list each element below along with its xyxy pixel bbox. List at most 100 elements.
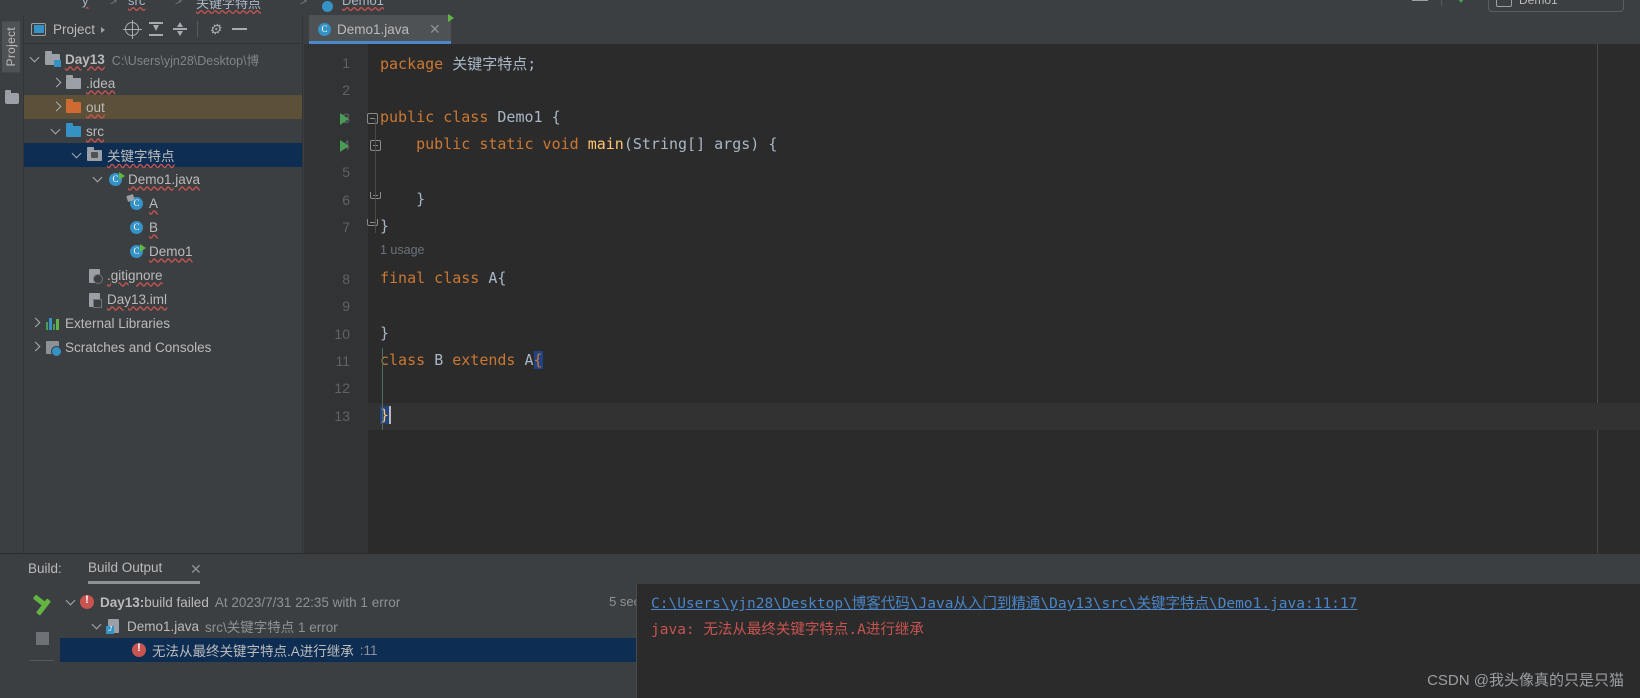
code-text: public static void main(String[] args) { (380, 134, 778, 153)
tree-item-detail: C:\Users\yjn28\Desktop\博 (111, 53, 260, 68)
build-row-text: 无法从最终关键字特点.A进行继承 (152, 644, 354, 659)
line-number: 7 (342, 218, 350, 235)
tab-build-output[interactable]: Build Output (88, 560, 162, 575)
chevron-none-icon[interactable] (116, 642, 132, 658)
package-folder-icon (86, 147, 104, 163)
breadcrumb-item-2[interactable]: 关键字特点 (196, 0, 261, 12)
code-line[interactable]: 2 (304, 77, 1640, 104)
tree-item-Demo1[interactable]: C Demo1 (24, 239, 302, 263)
chevron-right-icon[interactable] (28, 339, 44, 355)
code-line[interactable]: 3 public class Demo1 { (304, 105, 1640, 132)
chevron-none-icon[interactable] (70, 267, 86, 283)
toolbar-divider (30, 660, 54, 661)
code-line[interactable]: 1 package 关键字特点; (304, 50, 1640, 77)
breadcrumb-separator-2: > (175, 0, 183, 8)
tree-item-label: A (149, 195, 159, 211)
tab-label: Demo1.java (337, 22, 410, 37)
editor-area: C Demo1.java close-icon ✕ 1 package 关键字特点… (304, 15, 1640, 553)
compiler-error-message: java: 无法从最终关键字特点.A进行继承 (651, 622, 924, 638)
build-hammer-icon[interactable] (32, 594, 54, 618)
chevron-none-icon[interactable] (112, 243, 128, 259)
code-editor[interactable]: 1 package 关键字特点; 2 3 public class Demo1 {4 p… (304, 44, 1640, 553)
chevron-down-icon[interactable] (64, 594, 80, 610)
tree-item-label: Demo1 (149, 243, 193, 259)
chevron-down-icon[interactable] (70, 147, 86, 163)
gear-icon[interactable]: ⚙ (204, 18, 226, 40)
tree-item-gitignore[interactable]: .gitignore (24, 263, 302, 287)
tree-item-A[interactable]: CA (24, 191, 302, 215)
run-gutter-icon[interactable] (340, 112, 349, 125)
build-row-text: build failed (144, 594, 209, 610)
tab-demo1-java[interactable]: C Demo1.java close-icon ✕ (309, 15, 451, 44)
chevron-down-icon[interactable] (49, 123, 65, 139)
tree-item-Day13[interactable]: Day13 C:\Users\yjn28\Desktop\博 (24, 47, 302, 71)
expand-all-icon[interactable] (145, 18, 167, 40)
code-line[interactable]: 12 (304, 375, 1640, 402)
collapse-all-icon[interactable] (169, 18, 191, 40)
tree-item-label: .gitignore (107, 267, 163, 283)
breadcrumb-item-0[interactable]: y (82, 0, 89, 8)
chevron-down-icon[interactable] (90, 618, 106, 634)
run-gutter-icon[interactable] (340, 139, 349, 152)
error-location-link[interactable]: C:\Users\yjn28\Desktop\博客代码\Java从入门到精通\D… (651, 592, 1357, 613)
chevron-right-icon[interactable] (49, 99, 65, 115)
tree-item-ScratchesandConsoles[interactable]: Scratches and Consoles (24, 335, 302, 359)
chevron-down-icon[interactable] (91, 171, 107, 187)
tree-item-ExternalLibraries[interactable]: External Libraries (24, 311, 302, 335)
project-toolbar: Project ⚙ (24, 15, 302, 44)
code-line[interactable]: 13} (304, 403, 1640, 430)
code-line[interactable]: 7} (304, 214, 1640, 241)
tree-item-label: Scratches and Consoles (65, 339, 212, 355)
locate-target-icon[interactable] (121, 18, 143, 40)
folder-orange-icon (65, 99, 83, 115)
close-glyph[interactable]: ✕ (429, 21, 441, 38)
breadcrumb-item-3[interactable]: Demo1 (342, 0, 384, 8)
toolbar-divider (197, 21, 199, 37)
sidebar-item-project[interactable]: Project (2, 21, 20, 73)
java-class-icon: C (128, 219, 146, 235)
code-line[interactable]: 11 class B extends A{ (304, 348, 1640, 375)
chevron-down-icon[interactable] (28, 51, 44, 67)
folder-icon[interactable] (5, 90, 19, 104)
tree-item-label: out (86, 99, 105, 115)
code-line[interactable]: 5 (304, 159, 1640, 186)
code-line[interactable]: 10} (304, 321, 1640, 348)
java-class-run-icon: C (128, 243, 146, 259)
tree-item-out[interactable]: out (24, 95, 302, 119)
tab-underline (88, 581, 200, 584)
stop-icon[interactable] (36, 632, 49, 645)
build-row-detail: :11 (359, 642, 378, 658)
chevron-right-icon[interactable] (49, 75, 65, 91)
line-number: 10 (334, 325, 350, 342)
fold-marker-icon[interactable] (367, 112, 378, 124)
minimize-icon[interactable] (1412, 0, 1428, 1)
tree-item-Day13iml[interactable]: Day13.iml (24, 287, 302, 311)
inlay-usage-hint[interactable]: 1 usage (380, 243, 424, 257)
code-text: } (380, 189, 426, 208)
tree-item-src[interactable]: src (24, 119, 302, 143)
tree-item-B[interactable]: CB (24, 215, 302, 239)
project-panel-title: Project (31, 22, 95, 37)
fold-marker-icon[interactable] (367, 218, 378, 226)
chevron-none-icon[interactable] (112, 219, 128, 235)
minimize-icon[interactable] (228, 18, 250, 40)
breadcrumb-item-1[interactable]: src (128, 0, 145, 8)
chevron-none-icon[interactable] (70, 291, 86, 307)
code-line[interactable]: 4 public static void main(String[] args)… (304, 132, 1640, 159)
breadcrumb-separator: > (110, 0, 118, 8)
chevron-right-icon[interactable] (28, 315, 44, 331)
chevron-down-icon[interactable] (97, 18, 119, 40)
code-line[interactable]: 6 } (304, 187, 1640, 214)
chevron-none-icon[interactable] (112, 195, 128, 211)
run-button[interactable] (1454, 0, 1468, 3)
tree-item-label: External Libraries (65, 315, 171, 331)
close-icon[interactable]: ✕ (190, 561, 202, 578)
tree-item-Demo1java[interactable]: C Demo1.java (24, 167, 302, 191)
code-line[interactable]: 9 (304, 293, 1640, 320)
code-line[interactable]: 8 final class A{ (304, 266, 1640, 293)
run-configuration-selector[interactable]: Demo1 (1488, 0, 1624, 12)
tree-item-[interactable]: 关键字特点 (24, 143, 302, 167)
java-class-final-icon: C (128, 195, 146, 211)
build-label: Build: (28, 561, 62, 576)
tree-item-idea[interactable]: .idea (24, 71, 302, 95)
